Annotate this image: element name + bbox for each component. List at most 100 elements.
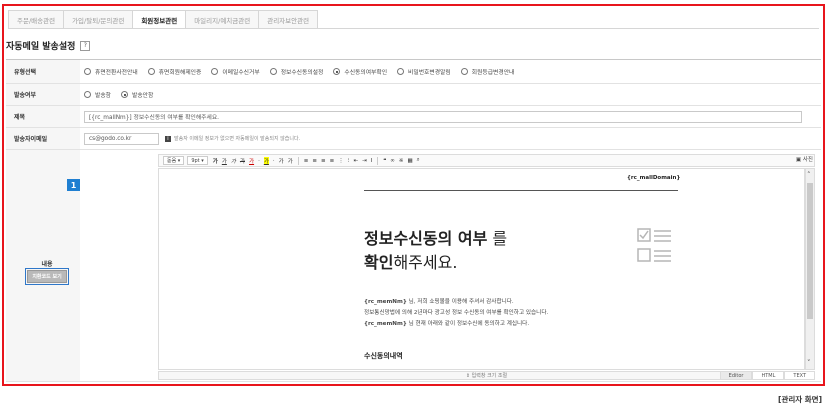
header-rule (364, 190, 678, 191)
radio-circle[interactable] (121, 91, 128, 98)
radio-circle[interactable] (211, 68, 219, 75)
tab-join-leave-inquiry[interactable]: 가입/탈퇴/문의관련 (63, 10, 134, 29)
radio-circle[interactable] (84, 68, 91, 75)
sender-cell: cs@godo.co.kr i 발송자 이메일 정보가 없으면 자동메일이 발송… (80, 128, 821, 149)
radio-grade-change[interactable]: 회원등급변경안내 (460, 67, 515, 76)
subject-input[interactable]: [{rc_mallNm}] 정보수신동의 여부를 확인해주세요. (84, 110, 802, 123)
link-icon[interactable]: ∞ (390, 158, 395, 164)
indent-icon[interactable]: ⇥ (362, 158, 367, 164)
radio-circle[interactable] (147, 68, 155, 75)
tab-mileage-deposit[interactable]: 마일리지/예치금관련 (185, 10, 260, 29)
editor-document[interactable]: {rc_mallDomain} 정보수신동의 여부 를 확인해주세요. {rc_… (158, 168, 805, 370)
radio-label: 비밀번호변경알림 (408, 70, 451, 76)
radio-email-reject[interactable]: 이메일수신거부 (211, 67, 260, 76)
radio-consent-setting[interactable]: 정보수신동의설정 (269, 67, 323, 76)
mode-editor[interactable]: Editor (719, 371, 753, 380)
superscript-button[interactable]: 가 (279, 157, 284, 165)
radio-circle[interactable] (397, 68, 405, 75)
strike-button[interactable]: 가 (240, 157, 245, 165)
radio-label: 발송안함 (132, 93, 154, 99)
radio-send-off[interactable]: 발송안함 (121, 90, 153, 99)
editor-scrollbar[interactable]: ˄ ˅ (805, 168, 815, 370)
mode-text[interactable]: TEXT (784, 371, 815, 380)
radio-circle[interactable] (333, 68, 341, 75)
admin-panel-frame: 주문/배송관련 가입/탈퇴/문의관련 회원정보관련 마일리지/예치금관련 관리자… (2, 4, 825, 386)
row-send: 발송여부 발송함 발송안함 (6, 84, 821, 106)
photo-button[interactable]: ▣ 사진 (796, 155, 813, 163)
row-sender: 발송자이메일 cs@godo.co.kr i 발송자 이메일 정보가 없으면 자… (6, 128, 821, 150)
align-right-icon[interactable]: ≡ (321, 158, 326, 164)
subject-cell: [{rc_mallNm}] 정보수신동의 여부를 확인해주세요. (80, 106, 821, 127)
subject-label: 제목 (6, 106, 80, 127)
scroll-up-icon[interactable]: ˄ (807, 171, 811, 179)
sender-label: 발송자이메일 (6, 128, 80, 149)
special-char-icon[interactable]: ※ (399, 158, 404, 164)
section-title: 자동메일 발송설정 ? (6, 39, 91, 52)
radio-label: 이메일수신거부 (222, 70, 260, 76)
unordered-list-icon[interactable]: ⁝ (348, 158, 350, 164)
mode-html[interactable]: HTML (752, 371, 785, 380)
editor-toolbar: 돋움 ▾ 9pt ▾ 가 가 가 가 가 · 가 · 가 가 ≡ ≡ ≡ ≡ ⋮… (158, 154, 815, 167)
align-left-icon[interactable]: ≡ (304, 158, 309, 164)
radio-password-change[interactable]: 비밀번호변경알림 (397, 67, 451, 76)
radio-circle[interactable] (84, 91, 91, 98)
content-label: 내용 (41, 260, 53, 268)
radio-circle[interactable] (460, 68, 468, 75)
callout-badge: 1 (67, 179, 80, 191)
paragraph-1-text: 님, 저희 쇼핑몰을 이용해 주셔서 감사합니다. (406, 299, 514, 305)
bold-button[interactable]: 가 (213, 157, 218, 165)
info-icon: i (165, 135, 171, 142)
ordered-list-icon[interactable]: ⋮ (338, 158, 344, 164)
radio-label: 휴면전환사전안내 (95, 70, 138, 76)
consent-history-heading: 수신동의내역 (364, 352, 403, 360)
tab-order-delivery[interactable]: 주문/배송관련 (8, 10, 65, 29)
radio-consent-check[interactable]: 수신동의여부확인 (333, 67, 387, 76)
paragraph-3-text: 님 현재 아래와 같이 정보수신에 동의하고 계십니다. (406, 321, 530, 327)
checklist-icon (637, 228, 671, 262)
highlight-button[interactable]: 가 (263, 156, 269, 165)
scroll-down-icon[interactable]: ˅ (807, 359, 811, 367)
radio-label: 휴면회원해제인증 (158, 70, 202, 76)
headline-rest-2: 해주세요. (393, 253, 458, 272)
align-center-icon[interactable]: ≡ (312, 158, 317, 164)
scroll-thumb[interactable] (807, 183, 813, 319)
font-family-select[interactable]: 돋움 ▾ (163, 156, 185, 165)
radio-label: 회원등급변경안내 (471, 70, 515, 76)
toolbar-separator (377, 156, 379, 165)
sender-email-input[interactable]: cs@godo.co.kr (84, 132, 159, 145)
tab-member-info[interactable]: 회원정보관련 (132, 10, 187, 29)
editor-mode-tabs: Editor HTML TEXT (719, 371, 815, 380)
radio-send-on[interactable]: 발송함 (84, 90, 111, 99)
send-label: 발송여부 (6, 84, 80, 105)
outdent-icon[interactable]: ⇤ (353, 158, 358, 164)
underline-button[interactable]: 가 (222, 157, 227, 165)
editor-resize-handle[interactable]: ⇕ 입력창 크기 조절 (158, 371, 815, 380)
radio-label: 수신동의여부확인 (344, 70, 388, 76)
subscript-button[interactable]: 가 (288, 157, 293, 165)
help-icon[interactable]: ? (80, 40, 91, 51)
tab-divider (8, 28, 819, 29)
italic-button[interactable]: 가 (231, 157, 236, 165)
content-cell: 돋움 ▾ 9pt ▾ 가 가 가 가 가 · 가 · 가 가 ≡ ≡ ≡ ≡ ⋮… (80, 150, 821, 381)
substitution-code-button[interactable]: 치환코드 보기 (25, 267, 69, 285)
radio-dormant-release[interactable]: 휴면회원해제인증 (147, 67, 202, 76)
font-color-button[interactable]: 가 (249, 157, 254, 165)
radio-circle[interactable] (269, 68, 277, 75)
tab-admin-security[interactable]: 관리자보안관련 (258, 10, 319, 29)
align-justify-icon[interactable]: ≡ (330, 158, 335, 164)
quote-icon[interactable]: ❝ (383, 158, 386, 164)
highlight-dropdown[interactable]: · (273, 158, 275, 164)
category-tabs: 주문/배송관련 가입/탈퇴/문의관련 회원정보관련 마일리지/예치금관련 관리자… (8, 10, 319, 29)
search-icon[interactable]: ⌕ (417, 157, 420, 164)
headline-bold-2: 확인 (364, 253, 394, 272)
font-family-value: 돋움 (167, 158, 177, 164)
mail-paragraph-1: {rc_memNm} 님, 저희 쇼핑몰을 이용해 주셔서 감사합니다. (364, 297, 514, 305)
table-icon[interactable]: ▦ (407, 158, 412, 164)
section-title-text: 자동메일 발송설정 (6, 42, 76, 52)
clear-format-icon[interactable]: Ⅰ (371, 158, 373, 164)
mail-headline: 정보수신동의 여부 를 확인해주세요. (364, 227, 507, 275)
type-options: 휴면전환사전안내 휴면회원해제인증 이메일수신거부 정보수신동의설정 수신동의여… (80, 60, 821, 83)
radio-dormant-notice[interactable]: 휴면전환사전안내 (84, 67, 138, 76)
font-size-select[interactable]: 9pt ▾ (187, 156, 208, 165)
font-color-dropdown[interactable]: · (258, 158, 260, 164)
